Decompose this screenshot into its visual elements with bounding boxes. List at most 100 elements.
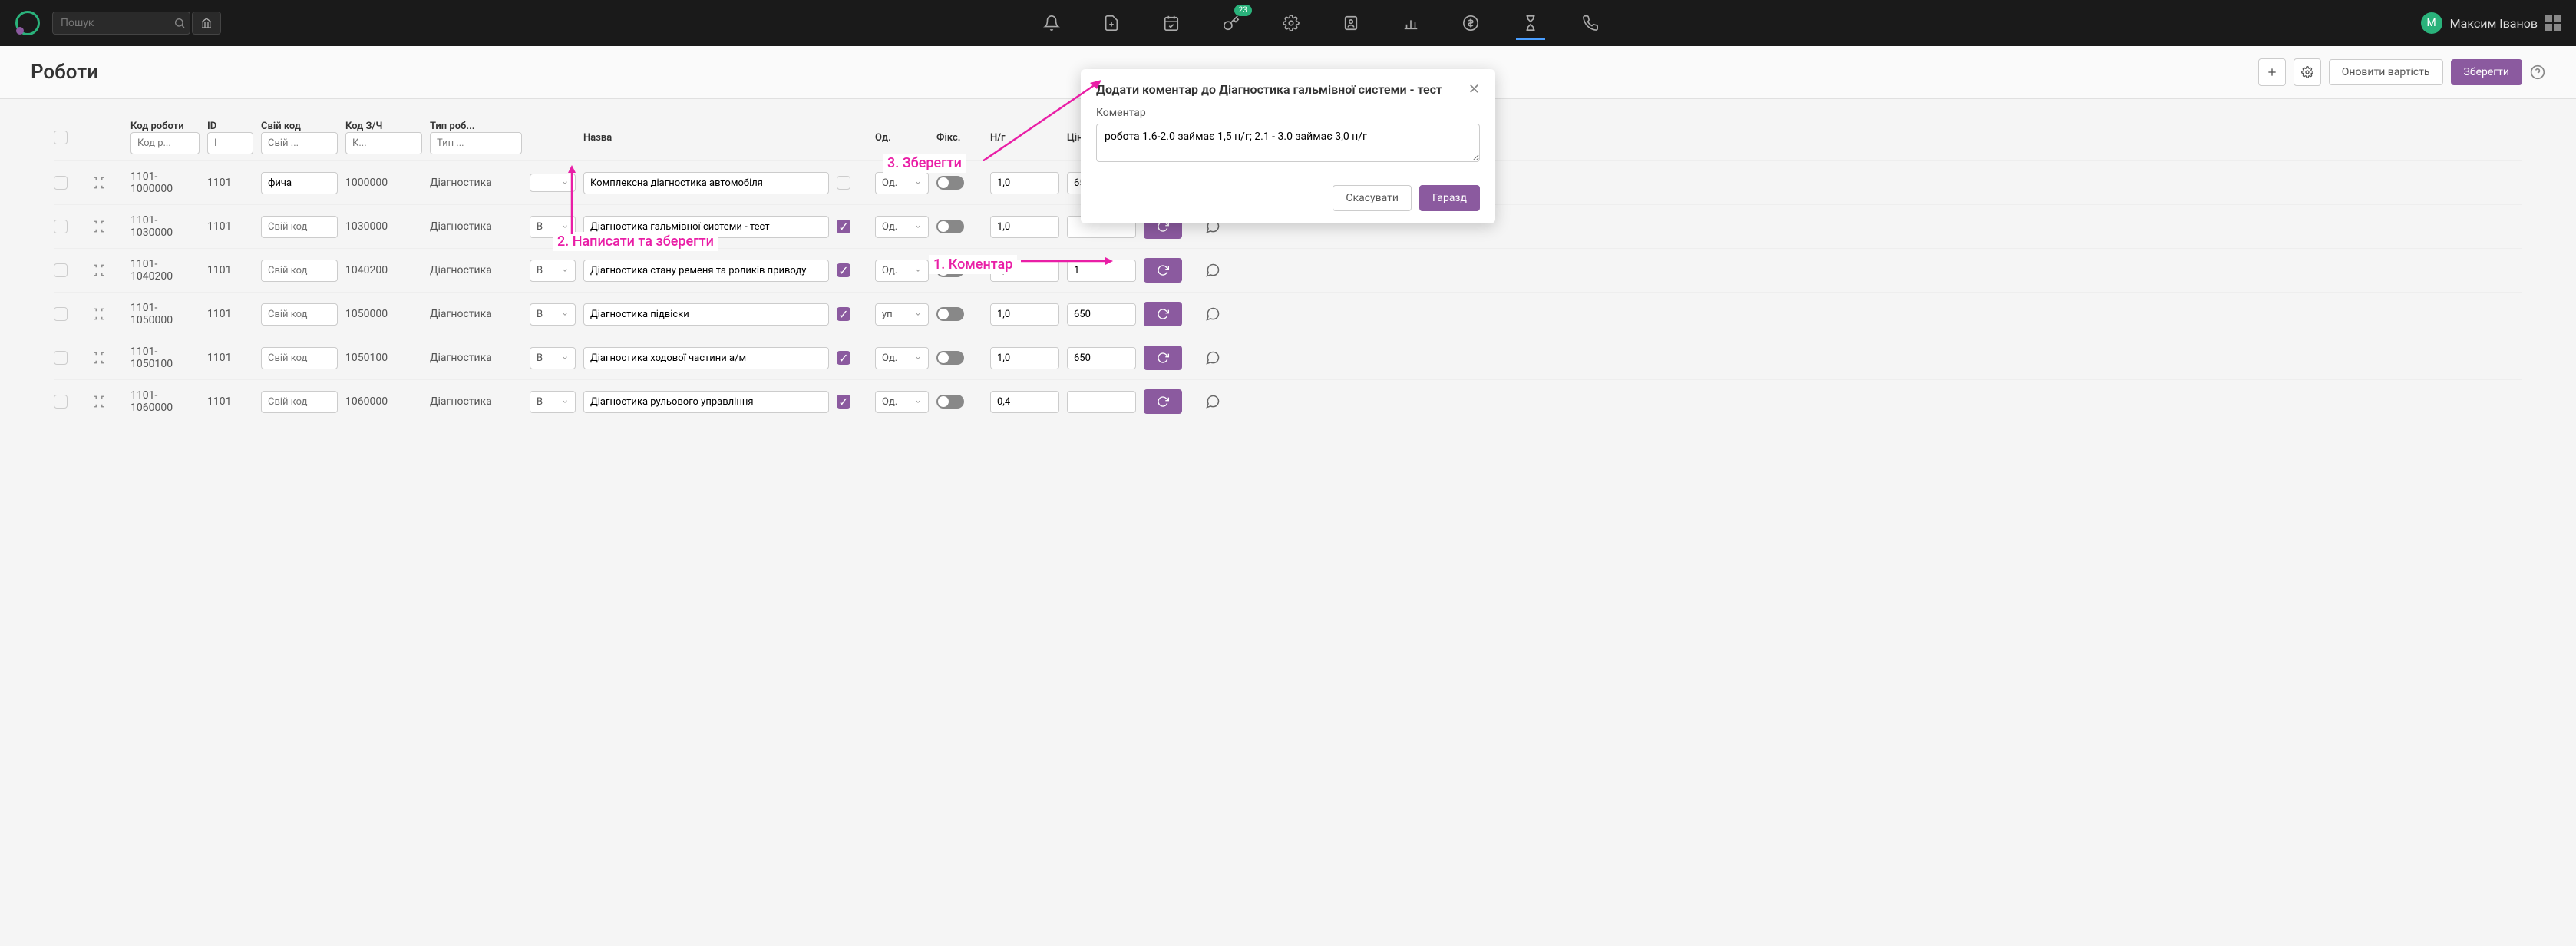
close-icon[interactable]: ✕ [1468, 81, 1480, 98]
user-name: Максим Іванов [2450, 16, 2538, 31]
expand-icon[interactable] [92, 263, 123, 277]
row-enabled-checkbox[interactable]: ✓ [837, 307, 850, 321]
name-input[interactable] [583, 391, 829, 413]
norm-input[interactable] [990, 216, 1059, 238]
norm-input[interactable] [990, 303, 1059, 326]
subtype-select[interactable] [530, 174, 576, 192]
price-input[interactable] [1067, 260, 1136, 282]
row-checkbox[interactable] [54, 263, 68, 277]
comment-input[interactable] [1096, 124, 1480, 162]
own-code-input[interactable] [261, 303, 338, 326]
row-checkbox[interactable] [54, 176, 68, 190]
save-button[interactable]: Зберегти [2451, 59, 2522, 85]
update-price-button[interactable]: Оновити вартість [2329, 59, 2443, 85]
own-code-input[interactable] [261, 347, 338, 369]
name-input[interactable] [583, 216, 829, 238]
add-button[interactable] [2258, 58, 2286, 86]
bank-icon[interactable] [192, 12, 221, 35]
row-checkbox[interactable] [54, 307, 68, 321]
cancel-button[interactable]: Скасувати [1333, 185, 1412, 211]
cell-code: 1101-1000000 [130, 170, 200, 195]
unit-select[interactable]: уп [875, 303, 929, 326]
fixed-toggle[interactable] [936, 220, 964, 233]
norm-input[interactable] [990, 172, 1059, 194]
row-enabled-checkbox[interactable] [837, 176, 850, 190]
row-action-button[interactable] [1144, 346, 1182, 370]
expand-icon[interactable] [92, 220, 123, 233]
fixed-toggle[interactable] [936, 176, 964, 190]
expand-icon[interactable] [92, 351, 123, 365]
filter-code[interactable] [130, 132, 200, 154]
row-action-button[interactable] [1144, 389, 1182, 414]
own-code-input[interactable] [261, 391, 338, 413]
ok-button[interactable]: Гаразд [1419, 185, 1480, 211]
row-checkbox[interactable] [54, 220, 68, 233]
norm-input[interactable] [990, 347, 1059, 369]
own-code-input[interactable] [261, 216, 338, 238]
fixed-toggle[interactable] [936, 395, 964, 408]
price-input[interactable] [1067, 391, 1136, 413]
row-checkbox[interactable] [54, 395, 68, 408]
filter-part-code[interactable] [345, 132, 422, 154]
name-input[interactable] [583, 303, 829, 326]
unit-select[interactable]: Од. [875, 391, 929, 413]
filter-type[interactable] [430, 132, 522, 154]
name-input[interactable] [583, 260, 829, 282]
search-icon[interactable] [173, 17, 186, 29]
own-code-input[interactable] [261, 172, 338, 194]
price-input[interactable] [1067, 303, 1136, 326]
norm-input[interactable] [990, 391, 1059, 413]
row-enabled-checkbox[interactable]: ✓ [837, 263, 850, 277]
name-input[interactable] [583, 172, 829, 194]
expand-icon[interactable] [92, 307, 123, 321]
help-icon[interactable] [2530, 64, 2545, 80]
contacts-icon[interactable] [1336, 8, 1366, 38]
apps-icon[interactable] [2545, 15, 2561, 31]
bell-icon[interactable] [1037, 8, 1066, 38]
th-id: ID [207, 121, 253, 132]
row-enabled-checkbox[interactable]: ✓ [837, 395, 850, 408]
unit-select[interactable]: Од. [875, 216, 929, 238]
fixed-toggle[interactable] [936, 307, 964, 321]
th-part-code: Код З/Ч [345, 121, 422, 132]
price-input[interactable] [1067, 347, 1136, 369]
hourglass-icon[interactable] [1516, 8, 1545, 40]
comment-icon[interactable] [1205, 394, 1259, 409]
subtype-select[interactable]: В [530, 347, 576, 369]
unit-select[interactable]: Од. [875, 347, 929, 369]
subtype-select[interactable]: В [530, 216, 576, 238]
filter-own-code[interactable] [261, 132, 338, 154]
comment-icon[interactable] [1205, 350, 1259, 366]
name-input[interactable] [583, 347, 829, 369]
fixed-toggle[interactable] [936, 351, 964, 365]
key-icon[interactable]: 23 [1217, 8, 1246, 38]
chart-icon[interactable] [1396, 8, 1425, 38]
comment-icon[interactable] [1205, 306, 1259, 322]
subtype-select[interactable]: В [530, 391, 576, 413]
row-checkbox[interactable] [54, 351, 68, 365]
expand-icon[interactable] [92, 176, 123, 190]
row-enabled-checkbox[interactable]: ✓ [837, 351, 850, 365]
own-code-input[interactable] [261, 260, 338, 282]
comment-icon[interactable] [1205, 263, 1259, 278]
row-action-button[interactable] [1144, 302, 1182, 326]
calendar-check-icon[interactable] [1157, 8, 1186, 38]
phone-icon[interactable] [1576, 8, 1605, 38]
expand-icon[interactable] [92, 395, 123, 408]
unit-select[interactable]: Од. [875, 172, 929, 194]
filter-id[interactable] [207, 132, 253, 154]
dollar-icon[interactable] [1456, 8, 1485, 38]
select-all-checkbox[interactable] [54, 131, 68, 144]
row-enabled-checkbox[interactable]: ✓ [837, 220, 850, 233]
subtype-select[interactable]: В [530, 260, 576, 282]
unit-select[interactable]: Од. [875, 260, 929, 282]
search-input[interactable] [52, 12, 190, 35]
add-doc-icon[interactable] [1097, 8, 1126, 38]
subtype-select[interactable]: В [530, 303, 576, 326]
user-section[interactable]: М Максим Іванов [2421, 12, 2561, 34]
settings-button[interactable] [2294, 58, 2321, 86]
gear-icon[interactable] [1276, 8, 1306, 38]
row-action-button[interactable] [1144, 258, 1182, 283]
norm-input[interactable] [990, 260, 1059, 282]
fixed-toggle[interactable] [936, 263, 964, 277]
